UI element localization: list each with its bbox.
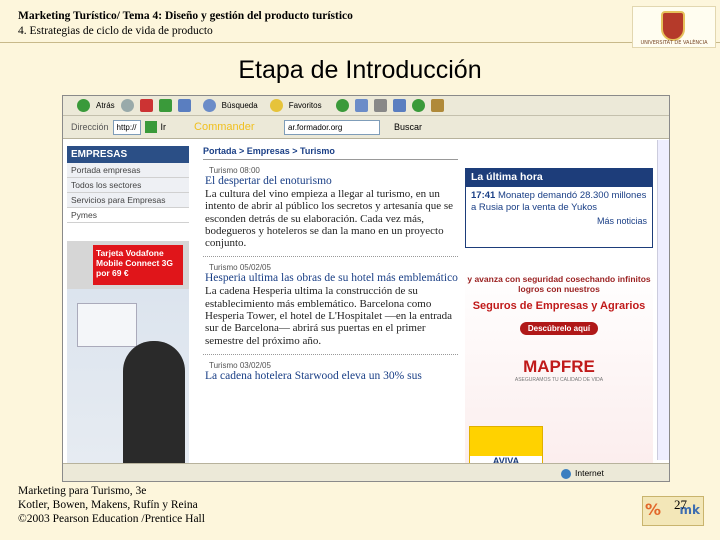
latest-news-title: La última hora bbox=[465, 168, 653, 186]
university-logo-text: UNIVERSITAT DE VALÈNCIA bbox=[640, 40, 708, 46]
article-time: Turismo 05/02/05 bbox=[209, 263, 271, 273]
main-column: Portada > Empresas > Turismo Turismo 08:… bbox=[203, 146, 458, 476]
article-divider bbox=[203, 353, 458, 355]
sidebar-title: EMPRESAS bbox=[67, 146, 189, 163]
latest-news-text[interactable]: Monatep demandó 28.300 millones a Rusia … bbox=[471, 190, 646, 213]
browser-toolbar: Atrás Búsqueda Favoritos bbox=[63, 96, 669, 116]
article: Turismo 05/02/05 Hesperia ultima las obr… bbox=[205, 263, 458, 346]
section-header: 4. Estrategias de ciclo de vida de produ… bbox=[18, 25, 213, 37]
messenger-icon[interactable] bbox=[411, 99, 425, 112]
go-arrow-icon[interactable] bbox=[144, 121, 157, 133]
address-label: Dirección bbox=[71, 122, 109, 132]
university-logo: UNIVERSITAT DE VALÈNCIA bbox=[632, 6, 716, 48]
crest-icon bbox=[661, 11, 685, 41]
address-bar: Dirección http:// Ir Commander ar.formad… bbox=[63, 116, 669, 139]
footer-line1: Marketing para Turismo, 3e bbox=[18, 485, 147, 497]
article-title[interactable]: La cadena hotelera Starwood eleva un 30%… bbox=[205, 370, 458, 383]
article: Turismo 08:00 El despertar del enoturism… bbox=[205, 166, 458, 249]
vodafone-ad-text: Tarjeta Vodafone Mobile Connect 3G por 6… bbox=[93, 245, 183, 285]
slide-title: Etapa de Introducción bbox=[238, 56, 482, 84]
person-silhouette bbox=[123, 341, 185, 479]
forward-icon[interactable] bbox=[120, 99, 134, 112]
commander-toolbar[interactable]: Commander bbox=[194, 121, 280, 133]
footer-line2: Kotler, Bowen, Makens, Rufín y Reina bbox=[18, 499, 198, 511]
back-icon[interactable] bbox=[77, 99, 90, 112]
internet-zone-icon bbox=[561, 468, 571, 479]
breadcrumb[interactable]: Portada > Empresas > Turismo bbox=[203, 146, 458, 160]
status-zone: Internet bbox=[575, 468, 604, 478]
back-label[interactable]: Atrás bbox=[96, 101, 115, 110]
mapfre-logo-tagline: ASEGURAMOS TU CALIDAD DE VIDA bbox=[514, 377, 604, 383]
business-photo bbox=[67, 289, 189, 479]
article-title[interactable]: Hesperia ultima las obras de su hotel má… bbox=[205, 272, 458, 285]
home-icon[interactable] bbox=[177, 99, 191, 112]
mk-logo: % mk bbox=[642, 496, 704, 526]
footer-credits: Marketing para Turismo, 3e Kotler, Bowen… bbox=[18, 484, 205, 526]
article-time: Turismo 03/02/05 bbox=[209, 360, 271, 370]
refresh-icon[interactable] bbox=[158, 99, 172, 112]
status-bar: Internet bbox=[63, 463, 669, 481]
go-label[interactable]: Ir bbox=[161, 122, 167, 132]
sidebar-item-servicios[interactable]: Servicios para Empresas bbox=[67, 193, 189, 208]
article-divider bbox=[203, 256, 458, 258]
mapfre-discover-button[interactable]: Descúbrelo aquí bbox=[520, 322, 598, 335]
toolbar-extra-icon[interactable] bbox=[430, 99, 444, 112]
article-time: Turismo 08:00 bbox=[209, 166, 260, 175]
course-header: Marketing Turístico/ Tema 4: Diseño y ge… bbox=[18, 10, 353, 22]
whiteboard-chart bbox=[77, 303, 137, 347]
history-icon[interactable] bbox=[335, 99, 349, 112]
footer-line3: ©2003 Pearson Education /Prentice Hall bbox=[18, 513, 205, 525]
latest-news-box: La última hora 17:41 Monatep demandó 28.… bbox=[465, 168, 653, 248]
latest-news-content: 17:41 Monatep demandó 28.300 millones a … bbox=[465, 186, 653, 248]
favorites-label[interactable]: Favoritos bbox=[289, 101, 322, 110]
toolbar-search-field[interactable]: ar.formador.org bbox=[284, 119, 381, 135]
search-label[interactable]: Búsqueda bbox=[222, 101, 258, 110]
mapfre-ad-headline: Seguros de Empresas y Agrarios bbox=[472, 300, 646, 312]
vertical-scrollbar[interactable] bbox=[657, 140, 669, 460]
mapfre-ad-tagline: y avanza con seguridad cosechando infini… bbox=[467, 274, 651, 294]
vodafone-ad[interactable]: Tarjeta Vodafone Mobile Connect 3G por 6… bbox=[67, 241, 189, 289]
aviva-ad[interactable]: AVIVA bbox=[469, 426, 543, 468]
sidebar-item-portada[interactable]: Portada empresas bbox=[67, 163, 189, 178]
more-news-link[interactable]: Más noticias bbox=[471, 216, 647, 226]
search-icon[interactable] bbox=[202, 99, 216, 112]
address-field[interactable]: http:// bbox=[112, 119, 141, 135]
article-body: La cultura del vino empieza a llegar al … bbox=[205, 188, 454, 250]
article-body: La cadena Hesperia ultima la construcció… bbox=[205, 285, 453, 347]
page-number: 27 bbox=[674, 497, 687, 512]
header-rule bbox=[0, 42, 720, 43]
sidebar-item-pymes[interactable]: Pymes bbox=[67, 208, 189, 223]
print-icon[interactable] bbox=[373, 99, 387, 112]
article-title[interactable]: El despertar del enoturismo bbox=[205, 175, 458, 188]
stop-icon[interactable] bbox=[139, 99, 153, 112]
favorites-icon[interactable] bbox=[269, 99, 283, 112]
edit-icon[interactable] bbox=[392, 99, 406, 112]
mapfre-logo: MAPFRE bbox=[523, 357, 595, 376]
browser-screenshot: Atrás Búsqueda Favoritos Dirección http:… bbox=[62, 95, 670, 482]
article: Turismo 03/02/05 La cadena hotelera Star… bbox=[205, 361, 458, 383]
percent-icon: % bbox=[645, 500, 662, 519]
latest-news-time: 17:41 bbox=[471, 190, 496, 201]
sidebar-item-sectores[interactable]: Todos los sectores bbox=[67, 178, 189, 193]
toolbar-search-button[interactable]: Buscar bbox=[394, 122, 422, 132]
mail-icon[interactable] bbox=[354, 99, 368, 112]
